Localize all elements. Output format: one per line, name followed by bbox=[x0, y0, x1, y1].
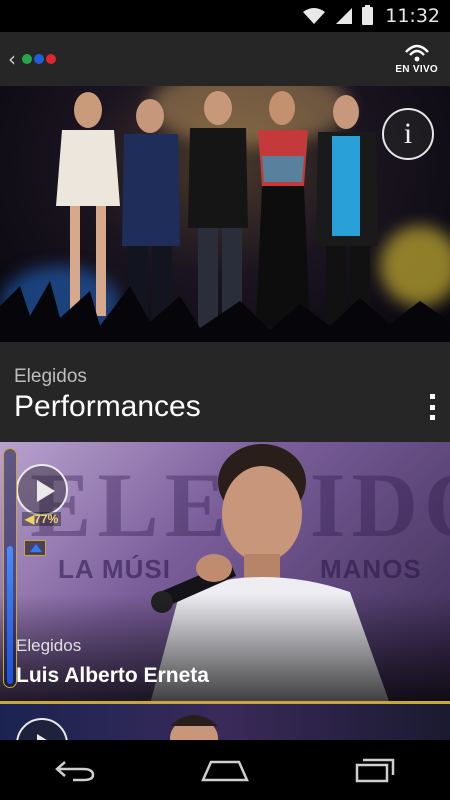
play-button[interactable] bbox=[16, 464, 68, 516]
nav-recents-button[interactable] bbox=[345, 750, 405, 790]
section-subtitle: Elegidos bbox=[14, 366, 87, 387]
hero-banner[interactable]: i bbox=[0, 86, 450, 342]
wifi-icon bbox=[303, 8, 326, 24]
section-title: Performances bbox=[14, 390, 201, 423]
channel-logo[interactable] bbox=[22, 54, 56, 64]
nav-home-button[interactable] bbox=[195, 750, 255, 790]
vote-slider-fill bbox=[7, 545, 13, 684]
card-category: Elegidos bbox=[16, 636, 82, 655]
nav-back-button[interactable] bbox=[45, 750, 105, 790]
vote-slider[interactable] bbox=[3, 448, 17, 688]
vote-up-icon[interactable] bbox=[24, 540, 46, 556]
next-card-photo bbox=[170, 715, 218, 740]
live-label: EN VIVO bbox=[395, 64, 438, 75]
video-card-next[interactable] bbox=[0, 704, 450, 740]
status-time: 11:32 bbox=[385, 5, 440, 27]
home-icon bbox=[201, 760, 249, 782]
signal-icon bbox=[336, 8, 353, 24]
back-icon bbox=[55, 761, 95, 782]
broadcast-icon bbox=[404, 44, 429, 62]
back-chevron-icon[interactable]: ‹ bbox=[8, 47, 16, 71]
card-title: Luis Alberto Erneta bbox=[16, 664, 209, 687]
logo-dot-blue bbox=[34, 54, 44, 64]
score-badge: ◀77% bbox=[22, 512, 62, 526]
navigation-bar bbox=[0, 740, 450, 800]
live-button[interactable]: EN VIVO bbox=[395, 42, 438, 75]
recents-icon bbox=[355, 758, 395, 783]
video-card[interactable]: ELEGIDO LA MÚSI MANOS Elegidos Luis Albe… bbox=[0, 442, 450, 704]
info-button[interactable]: i bbox=[382, 108, 434, 160]
battery-icon bbox=[362, 5, 374, 25]
status-bar: 11:32 bbox=[0, 0, 450, 32]
logo-dot-red bbox=[46, 54, 56, 64]
app-bar: ‹ EN VIVO bbox=[0, 32, 450, 86]
section-header: Elegidos Performances bbox=[0, 342, 450, 442]
overflow-menu-icon[interactable] bbox=[426, 394, 438, 420]
logo-dot-green bbox=[22, 54, 32, 64]
